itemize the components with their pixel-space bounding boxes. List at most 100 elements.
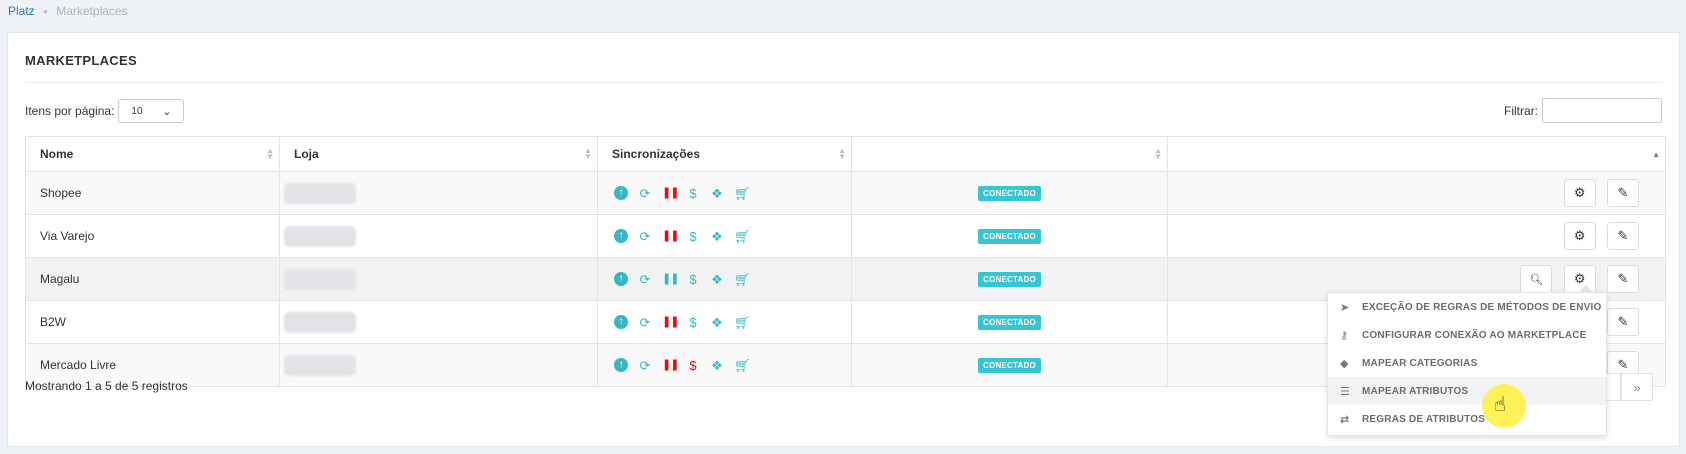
store-name-blurred — [284, 182, 356, 204]
dropbox-icon[interactable]: ❖ — [710, 230, 724, 243]
menu-item-attribute-rules[interactable]: ⇄ REGRAS DE ATRIBUTOS — [1328, 405, 1606, 433]
status-cell: CONECTADO — [851, 171, 1168, 215]
pencil-icon: ✎ — [1617, 185, 1629, 200]
pause-icon[interactable]: ❚❚ — [662, 273, 679, 285]
dropbox-icon[interactable]: ❖ — [710, 359, 724, 372]
refresh-icon[interactable]: ⟳ — [638, 273, 652, 286]
pause-icon[interactable]: ❚❚ — [662, 230, 679, 242]
table-header-row: Nome ▲ ▼ Loja ▲ ▼ Sincronizações ▲ ▼ ▲ ▼ ▲ — [25, 136, 1666, 172]
breadcrumb: Platz ● Marketplaces — [8, 4, 128, 18]
page-title: MARKETPLACES — [25, 53, 137, 68]
refresh-icon[interactable]: ⟳ — [638, 359, 652, 372]
store-cell — [279, 171, 598, 215]
search-button[interactable]: 🔍︎ — [1520, 265, 1553, 293]
sort-icon: ▲ ▼ — [266, 146, 274, 161]
refresh-icon[interactable]: ⟳ — [638, 230, 652, 243]
status-cell: CONECTADO — [851, 257, 1168, 301]
store-cell — [279, 343, 598, 387]
menu-item-shipping-rules-exception[interactable]: ➤ EXCEÇÃO DE REGRAS DE MÉTODOS DE ENVIO — [1328, 293, 1606, 321]
sync-cell: ↑ ⟳ ❚❚ $ ❖ 🛒︎ — [597, 343, 852, 387]
pause-icon[interactable]: ❚❚ — [662, 187, 679, 199]
menu-item-configure-connection[interactable]: ⚷ CONFIGURAR CONEXÃO AO MARKETPLACE — [1328, 321, 1606, 349]
menu-item-map-categories[interactable]: ◆ MAPEAR CATEGORIAS — [1328, 349, 1606, 377]
search-icon: 🔍︎ — [1529, 273, 1544, 286]
edit-button[interactable]: ✎ — [1607, 179, 1639, 207]
sync-cell: ↑ ⟳ ❚❚ $ ❖ 🛒︎ — [597, 300, 852, 344]
store-name-blurred — [284, 268, 356, 290]
dollar-icon[interactable]: $ — [686, 187, 700, 200]
items-per-page: Itens por página: 10 ⌄ — [25, 99, 185, 123]
refresh-icon[interactable]: ⟳ — [638, 316, 652, 329]
sort-icon: ▲ ▼ — [1154, 146, 1162, 161]
items-per-page-select[interactable]: 10 ⌄ — [118, 99, 185, 123]
items-per-page-value: 10 — [131, 105, 143, 117]
chevron-down-icon: ⌄ — [162, 105, 172, 118]
records-info: Mostrando 1 a 5 de 5 registros — [25, 379, 188, 393]
dropbox-icon[interactable]: ❖ — [710, 316, 724, 329]
cart-icon[interactable]: 🛒︎ — [734, 359, 751, 372]
column-header-sincronizacoes[interactable]: Sincronizações ▲ ▼ — [597, 136, 852, 172]
menu-item-label: MAPEAR CATEGORIAS — [1362, 357, 1478, 369]
upload-icon[interactable]: ↑ — [614, 358, 628, 372]
status-cell: CONECTADO — [851, 343, 1168, 387]
sync-cell: ↑ ⟳ ❚❚ $ ❖ 🛒︎ — [597, 214, 852, 258]
edit-button[interactable]: ✎ — [1607, 222, 1639, 250]
status-badge: CONECTADO — [978, 272, 1041, 287]
cart-icon[interactable]: 🛒︎ — [734, 273, 751, 286]
upload-icon[interactable]: ↑ — [614, 186, 628, 200]
pencil-icon: ✎ — [1617, 314, 1629, 329]
status-badge: CONECTADO — [978, 358, 1041, 373]
dollar-icon[interactable]: $ — [686, 316, 700, 329]
cart-icon[interactable]: 🛒︎ — [734, 230, 751, 243]
gear-icon: ⚙ — [1573, 228, 1586, 243]
pause-icon[interactable]: ❚❚ — [662, 316, 679, 328]
upload-icon[interactable]: ↑ — [614, 315, 628, 329]
settings-button[interactable]: ⚙ — [1563, 179, 1596, 207]
cart-icon[interactable]: 🛒︎ — [734, 316, 751, 329]
cart-icon[interactable]: 🛒︎ — [734, 187, 751, 200]
key-icon: ⚷ — [1340, 329, 1349, 342]
dollar-icon[interactable]: $ — [686, 273, 700, 286]
table-row: Shopee ↑ ⟳ ❚❚ $ ❖ 🛒︎ CONECTADO ⚙ ✎ — [25, 171, 1666, 215]
edit-button[interactable]: ✎ — [1607, 265, 1639, 293]
dollar-icon[interactable]: $ — [686, 359, 700, 372]
status-badge: CONECTADO — [978, 186, 1041, 201]
refresh-icon[interactable]: ⟳ — [638, 187, 652, 200]
sort-icon: ▲ ▼ — [584, 146, 592, 161]
column-header-nome[interactable]: Nome ▲ ▼ — [25, 136, 280, 172]
upload-icon[interactable]: ↑ — [614, 229, 628, 243]
store-name-blurred — [284, 225, 356, 247]
column-header-actions[interactable]: ▲ — [1167, 136, 1666, 172]
items-per-page-label: Itens por página: — [25, 104, 115, 118]
status-badge: CONECTADO — [978, 315, 1041, 330]
store-cell — [279, 214, 598, 258]
breadcrumb-root-link[interactable]: Platz — [8, 4, 35, 18]
status-cell: CONECTADO — [851, 300, 1168, 344]
upload-icon[interactable]: ↑ — [614, 272, 628, 286]
pencil-icon: ✎ — [1617, 228, 1629, 243]
settings-button[interactable]: ⚙ — [1563, 222, 1596, 250]
breadcrumb-separator: ● — [43, 7, 48, 16]
column-header-loja[interactable]: Loja ▲ ▼ — [279, 136, 598, 172]
marketplace-name: Shopee — [25, 171, 280, 215]
menu-item-label: REGRAS DE ATRIBUTOS — [1362, 413, 1486, 425]
exchange-icon: ⇄ — [1340, 413, 1350, 426]
settings-dropdown-menu: ➤ EXCEÇÃO DE REGRAS DE MÉTODOS DE ENVIO … — [1327, 285, 1607, 436]
store-name-blurred — [284, 354, 356, 376]
edit-button[interactable]: ✎ — [1607, 308, 1639, 336]
column-header-status[interactable]: ▲ ▼ — [851, 136, 1168, 172]
pencil-icon: ✎ — [1617, 271, 1629, 286]
pause-icon[interactable]: ❚❚ — [662, 359, 679, 371]
dropbox-icon[interactable]: ❖ — [710, 187, 724, 200]
dollar-icon[interactable]: $ — [686, 230, 700, 243]
status-cell: CONECTADO — [851, 214, 1168, 258]
store-cell — [279, 300, 598, 344]
paper-plane-icon: ➤ — [1340, 301, 1350, 314]
dropbox-icon[interactable]: ❖ — [710, 273, 724, 286]
marketplace-name: B2W — [25, 300, 280, 344]
menu-item-map-attributes[interactable]: ☰ MAPEAR ATRIBUTOS — [1328, 377, 1606, 405]
pagination-last[interactable]: » — [1621, 373, 1653, 401]
tag-icon: ◆ — [1340, 357, 1349, 370]
pencil-icon: ✎ — [1617, 357, 1629, 372]
filter-input[interactable] — [1542, 98, 1662, 123]
